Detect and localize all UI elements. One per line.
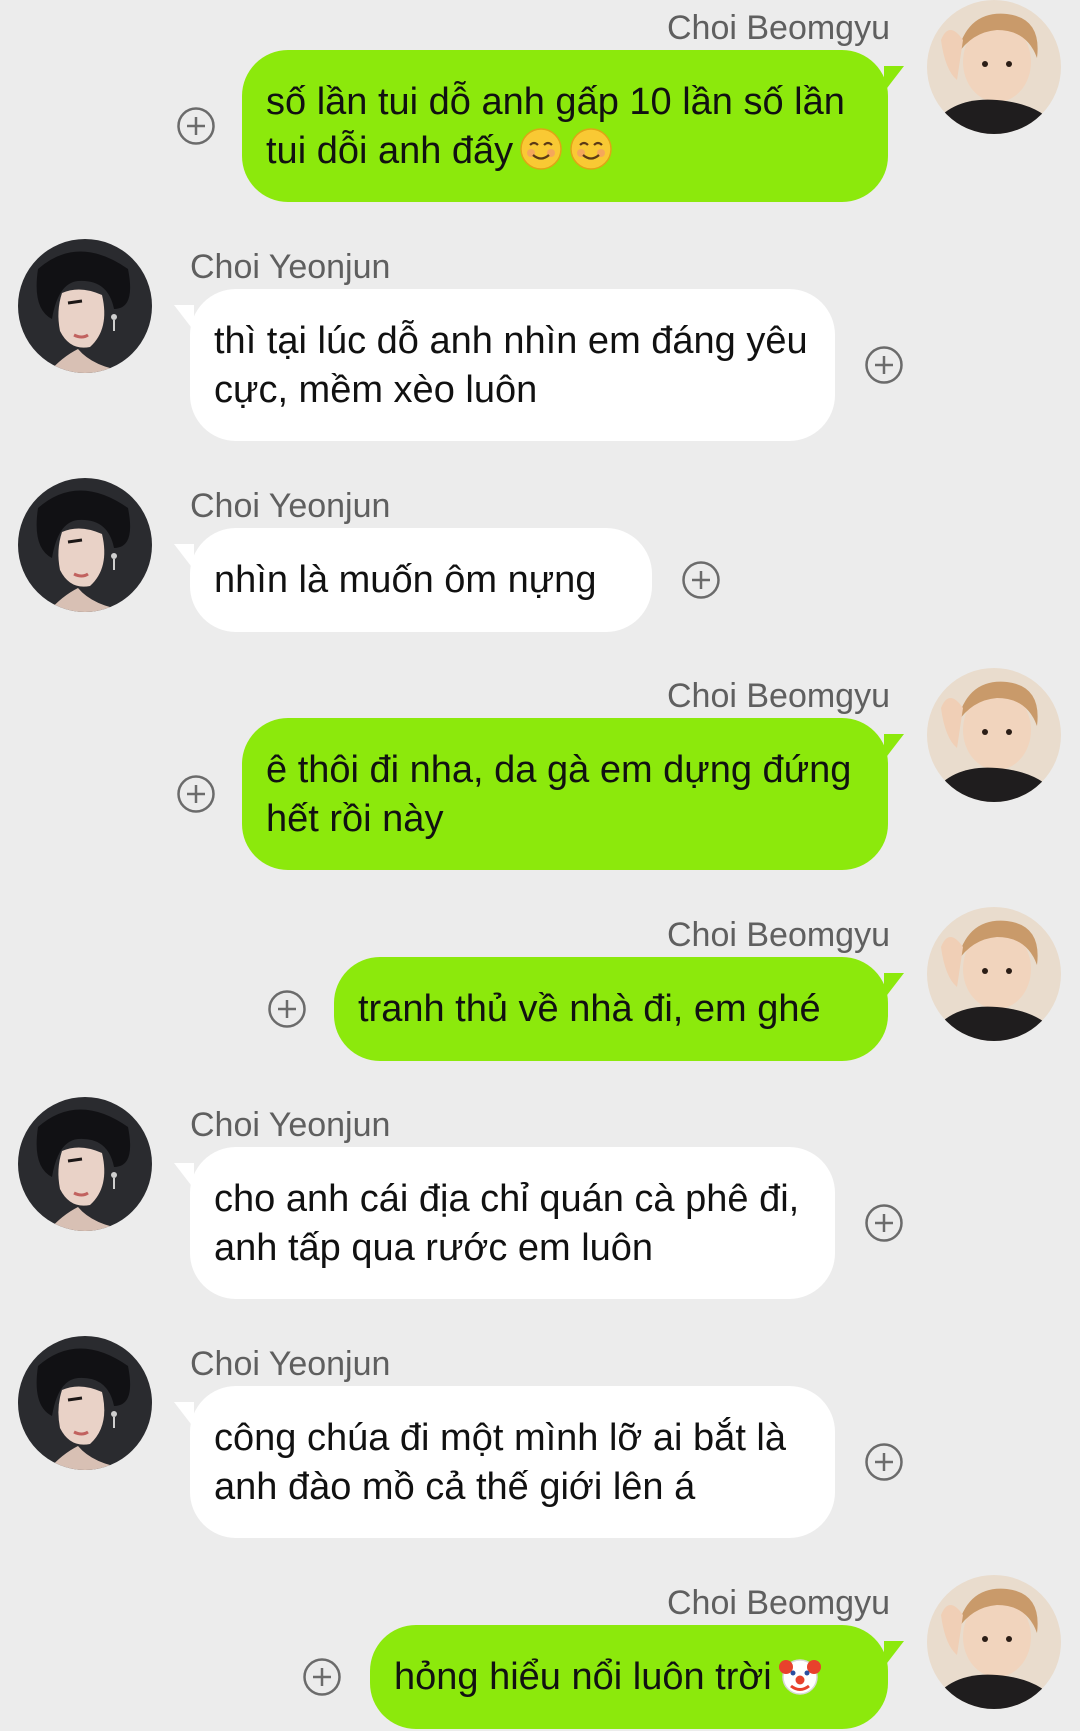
clown-face-icon (778, 1653, 822, 1697)
bubble-tail (884, 1641, 904, 1667)
add-reaction-icon[interactable] (176, 106, 216, 146)
add-reaction-icon[interactable] (864, 345, 904, 385)
smiling-face-icon (519, 127, 563, 171)
sender-name: Choi Yeonjun (190, 248, 391, 286)
bubble-tail (884, 973, 904, 999)
outgoing-bubble[interactable]: hỏng hiểu nổi luôn trời (370, 1625, 888, 1729)
outgoing-bubble[interactable]: tranh thủ về nhà đi, em ghé (334, 957, 888, 1061)
avatar-yeonjun[interactable] (18, 1336, 152, 1470)
incoming-bubble[interactable]: cho anh cái địa chỉ quán cà phê đi, anh … (190, 1147, 835, 1299)
bubble-tail (884, 66, 904, 92)
avatar-beomgyu[interactable] (927, 668, 1061, 802)
smiling-face-icon (569, 127, 613, 171)
incoming-bubble[interactable]: công chúa đi một mình lỡ ai bắt là anh đ… (190, 1386, 835, 1538)
avatar-yeonjun[interactable] (18, 478, 152, 612)
avatar-yeonjun[interactable] (18, 239, 152, 373)
message-text: cho anh cái địa chỉ quán cà phê đi, anh … (214, 1178, 800, 1269)
incoming-bubble[interactable]: thì tại lúc dỗ anh nhìn em đáng yêu cực,… (190, 289, 835, 441)
bubble-tail (174, 1163, 194, 1189)
avatar-beomgyu[interactable] (927, 1575, 1061, 1709)
add-reaction-icon[interactable] (302, 1657, 342, 1697)
avatar-yeonjun[interactable] (18, 1097, 152, 1231)
message-text: thì tại lúc dỗ anh nhìn em đáng yêu cực,… (214, 320, 808, 411)
message-text: ê thôi đi nha, da gà em dựng đứng hết rồ… (266, 749, 852, 840)
incoming-bubble[interactable]: nhìn là muốn ôm nựng (190, 528, 652, 632)
add-reaction-icon[interactable] (176, 774, 216, 814)
sender-name: Choi Beomgyu (666, 1584, 890, 1622)
chat-thread: Choi Beomgyu số lần tui dỗ anh gấp 10 lầ… (0, 0, 1080, 1731)
sender-name: Choi Beomgyu (666, 677, 890, 715)
sender-name: Choi Yeonjun (190, 1345, 391, 1383)
sender-name: Choi Beomgyu (666, 916, 890, 954)
add-reaction-icon[interactable] (864, 1203, 904, 1243)
message-text: tranh thủ về nhà đi, em ghé (358, 988, 821, 1030)
bubble-tail (174, 1402, 194, 1428)
avatar-beomgyu[interactable] (927, 907, 1061, 1041)
bubble-tail (884, 734, 904, 760)
message-text: hỏng hiểu nổi luôn trời (394, 1656, 772, 1698)
add-reaction-icon[interactable] (681, 560, 721, 600)
add-reaction-icon[interactable] (864, 1442, 904, 1482)
message-text: nhìn là muốn ôm nựng (214, 559, 597, 601)
sender-name: Choi Yeonjun (190, 1106, 391, 1144)
outgoing-bubble[interactable]: ê thôi đi nha, da gà em dựng đứng hết rồ… (242, 718, 888, 870)
sender-name: Choi Yeonjun (190, 487, 391, 525)
avatar-beomgyu[interactable] (927, 0, 1061, 134)
bubble-tail (174, 305, 194, 331)
bubble-tail (174, 544, 194, 570)
message-text: công chúa đi một mình lỡ ai bắt là anh đ… (214, 1417, 787, 1508)
sender-name: Choi Beomgyu (666, 9, 890, 47)
outgoing-bubble[interactable]: số lần tui dỗ anh gấp 10 lần số lần tui … (242, 50, 888, 202)
add-reaction-icon[interactable] (267, 989, 307, 1029)
